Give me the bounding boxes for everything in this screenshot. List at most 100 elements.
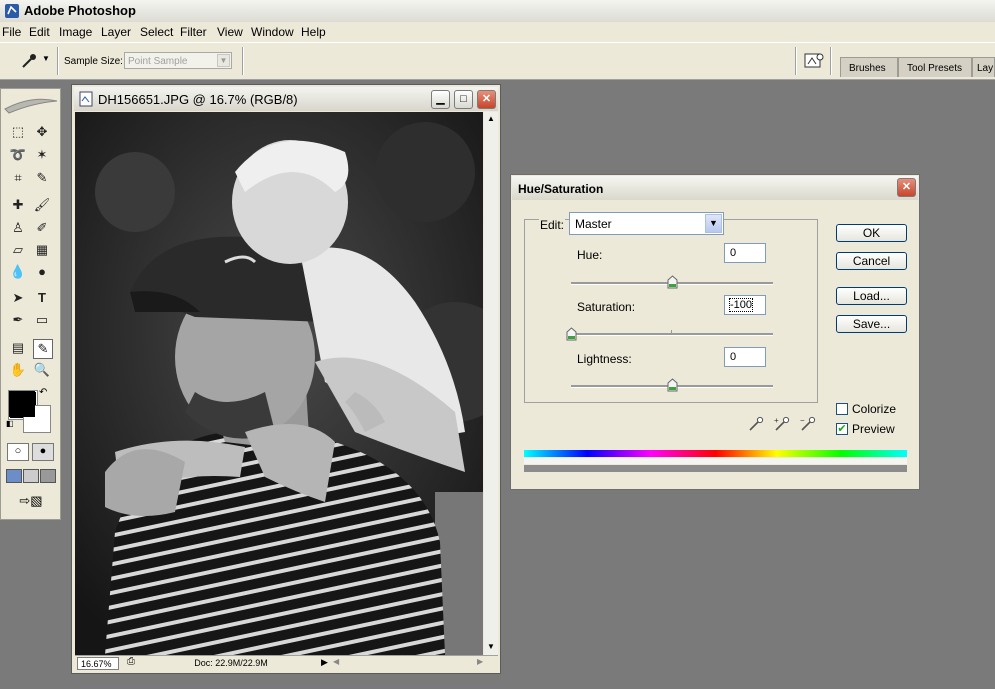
dodge-tool-icon[interactable]: ● xyxy=(33,263,51,281)
blur-tool-icon[interactable]: 💧 xyxy=(9,263,27,281)
menu-file[interactable]: File xyxy=(2,25,21,39)
spectrum-gap xyxy=(524,458,907,464)
svg-text:+: + xyxy=(774,416,779,425)
close-icon: ✕ xyxy=(901,181,912,193)
eyedropper-icon[interactable] xyxy=(747,415,765,433)
menu-window[interactable]: Window xyxy=(251,25,294,39)
close-icon: ✕ xyxy=(481,93,492,105)
menu-edit[interactable]: Edit xyxy=(29,25,50,39)
swap-colors-icon[interactable]: ↶ xyxy=(39,387,47,398)
lightness-input[interactable]: 0 xyxy=(724,347,766,367)
eyedropper-tool-icon[interactable]: ✎ xyxy=(33,339,53,359)
scroll-down-icon[interactable]: ▼ xyxy=(487,642,495,651)
healing-brush-tool-icon[interactable]: ✚ xyxy=(9,196,27,214)
eraser-tool-icon[interactable]: ▱ xyxy=(9,241,27,259)
preview-checkbox[interactable]: ✔ xyxy=(836,423,848,435)
zoom-tool-icon[interactable]: 🔍 xyxy=(33,361,51,379)
saturation-input[interactable]: -100 xyxy=(724,295,766,315)
tool-preset-arrow-icon[interactable]: ▼ xyxy=(42,54,50,63)
quick-mask-mode-icon[interactable]: ● xyxy=(32,443,54,461)
cancel-button[interactable]: Cancel xyxy=(836,252,907,270)
maximize-icon: □ xyxy=(460,93,467,105)
colorize-label: Colorize xyxy=(852,402,897,416)
notes-tool-icon[interactable]: ▤ xyxy=(9,339,27,357)
saturation-label: Saturation: xyxy=(577,300,636,314)
scroll-right-icon[interactable]: ▶ xyxy=(477,657,483,666)
menu-image[interactable]: Image xyxy=(59,25,92,39)
eyedropper-plus-icon[interactable]: + xyxy=(773,415,791,433)
adjustment-group xyxy=(524,219,818,403)
tab-layers[interactable]: Lay xyxy=(972,57,995,77)
path-selection-tool-icon[interactable]: ➤ xyxy=(9,289,27,307)
photo-image xyxy=(75,112,483,655)
minimize-button[interactable]: ▁ xyxy=(431,90,450,109)
status-menu-icon[interactable]: ⎙ xyxy=(127,656,135,667)
saturation-center-tick xyxy=(671,330,672,334)
shape-tool-icon[interactable]: ▭ xyxy=(33,311,51,329)
gradient-tool-icon[interactable]: ▦ xyxy=(33,241,51,259)
sample-size-select[interactable]: Point Sample ▼ xyxy=(124,52,232,69)
chevron-down-icon: ▼ xyxy=(705,214,722,233)
app-title-bar: Adobe Photoshop xyxy=(0,0,995,23)
eyedropper-tool-preset-icon[interactable] xyxy=(20,52,38,70)
brush-tool-icon[interactable]: 🖌 xyxy=(33,196,51,214)
hue-saturation-dialog: Hue/Saturation ✕ Edit: Master ▼ Hue: 0 S… xyxy=(510,174,920,490)
document-window: DH156651.JPG @ 16.7% (RGB/8) ▁ □ ✕ ▲ ▼ 1… xyxy=(71,84,501,674)
move-tool-icon[interactable]: ✥ xyxy=(33,123,51,141)
eyedropper-minus-icon[interactable]: − xyxy=(799,415,817,433)
zoom-level-field[interactable]: 16.67% xyxy=(77,657,119,670)
load-button[interactable]: Load... xyxy=(836,287,907,305)
magic-wand-tool-icon[interactable]: ✶ xyxy=(33,146,51,164)
foreground-color-fill xyxy=(9,391,35,417)
standard-mode-icon[interactable]: ○ xyxy=(7,443,29,461)
saturation-slider-track[interactable] xyxy=(571,333,773,336)
menu-help[interactable]: Help xyxy=(301,25,326,39)
pen-tool-icon[interactable]: ✒ xyxy=(9,311,27,329)
scroll-left-icon[interactable]: ◀ xyxy=(333,657,339,666)
menu-select[interactable]: Select xyxy=(140,25,173,39)
clone-stamp-tool-icon[interactable]: ♙ xyxy=(9,219,27,237)
document-title-bar[interactable]: DH156651.JPG @ 16.7% (RGB/8) ▁ □ ✕ xyxy=(74,87,498,111)
screen-mode-fullmenu-icon[interactable] xyxy=(23,469,39,483)
dialog-title-bar[interactable]: Hue/Saturation ✕ xyxy=(512,176,918,200)
slice-tool-icon[interactable]: ✎ xyxy=(33,169,51,187)
colorize-checkbox[interactable] xyxy=(836,403,848,415)
hand-tool-icon[interactable]: ✋ xyxy=(9,361,27,379)
sample-size-value: Point Sample xyxy=(128,56,188,67)
document-size-info: Doc: 22.9M/22.9M xyxy=(194,658,268,668)
jump-to-imageready-icon[interactable]: ⇨▧ xyxy=(9,493,53,509)
scroll-up-icon[interactable]: ▲ xyxy=(487,114,495,123)
history-brush-tool-icon[interactable]: ✐ xyxy=(33,219,51,237)
tab-tool-presets[interactable]: Tool Presets xyxy=(898,57,972,77)
lightness-label: Lightness: xyxy=(577,352,632,366)
lasso-tool-icon[interactable]: ➰ xyxy=(9,146,27,164)
sample-size-label: Sample Size: xyxy=(64,56,123,67)
maximize-button[interactable]: □ xyxy=(454,90,473,109)
hue-input[interactable]: 0 xyxy=(724,243,766,263)
screen-mode-standard-icon[interactable] xyxy=(6,469,22,483)
menu-layer[interactable]: Layer xyxy=(101,25,131,39)
crop-tool-icon[interactable]: ⌗ xyxy=(9,169,27,187)
feather-logo-icon[interactable] xyxy=(3,93,59,115)
menu-filter[interactable]: Filter xyxy=(180,25,207,39)
vertical-scrollbar[interactable]: ▲ ▼ xyxy=(484,112,498,655)
tab-brushes[interactable]: Brushes xyxy=(840,57,898,77)
edit-select[interactable]: Master ▼ xyxy=(569,212,724,235)
screen-mode-full-icon[interactable] xyxy=(40,469,56,483)
default-colors-icon[interactable]: ◧ xyxy=(6,419,14,428)
close-button[interactable]: ✕ xyxy=(477,90,496,109)
hue-slider-thumb[interactable] xyxy=(667,275,678,289)
image-canvas[interactable] xyxy=(75,112,483,655)
save-button[interactable]: Save... xyxy=(836,315,907,333)
menu-bar: File Edit Image Layer Select Filter View… xyxy=(0,22,995,42)
marquee-tool-icon[interactable]: ⬚ xyxy=(9,123,27,141)
status-arrow-icon[interactable]: ▶ xyxy=(321,657,328,668)
lightness-slider-thumb[interactable] xyxy=(667,378,678,392)
ok-button[interactable]: OK xyxy=(836,224,907,242)
saturation-slider-thumb[interactable] xyxy=(566,327,577,341)
minimize-icon: ▁ xyxy=(436,93,445,105)
file-browser-icon[interactable] xyxy=(804,52,824,70)
dialog-close-button[interactable]: ✕ xyxy=(897,178,916,197)
type-tool-icon[interactable]: T xyxy=(33,289,51,307)
menu-view[interactable]: View xyxy=(217,25,243,39)
